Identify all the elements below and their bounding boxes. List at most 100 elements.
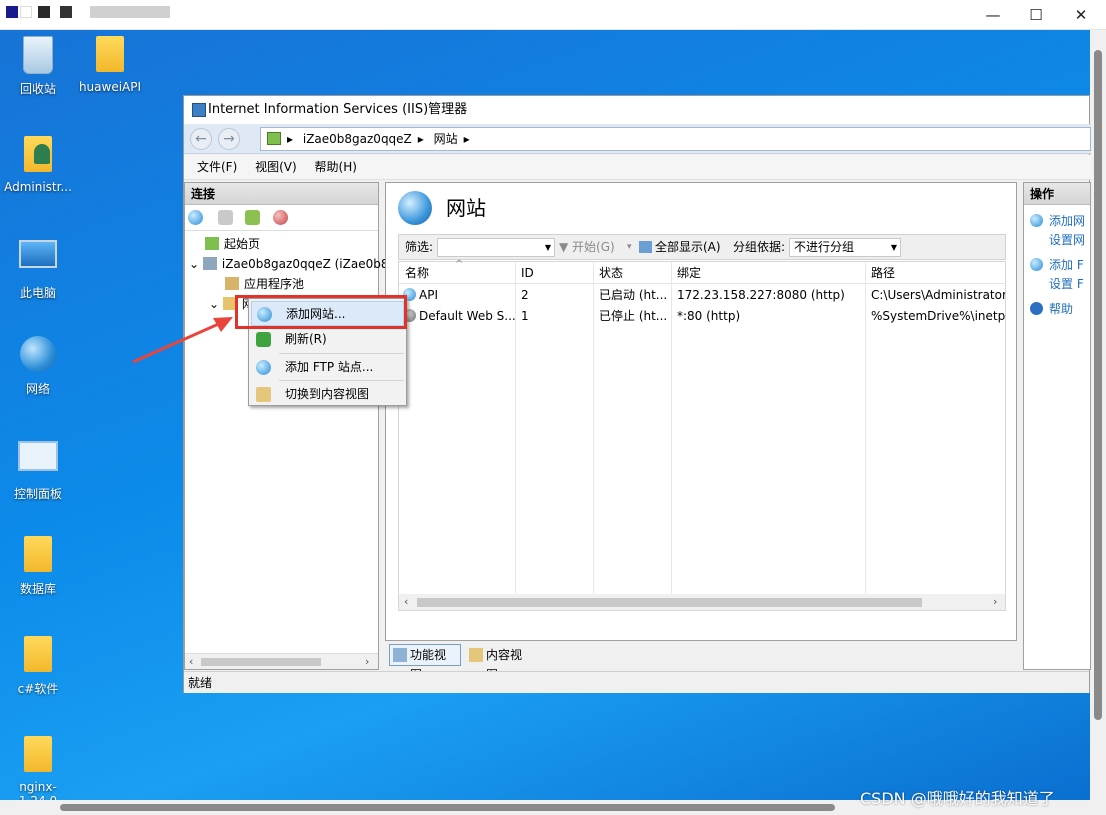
scroll-left-icon[interactable]: ‹: [404, 595, 408, 608]
connections-scrollbar[interactable]: ‹ ›: [185, 653, 378, 669]
status-bar: 就绪: [184, 671, 1089, 693]
menu-file[interactable]: 文件(F): [190, 155, 244, 180]
iis-window-title: Internet Information Services (IIS)管理器: [208, 102, 468, 117]
table-scrollbar[interactable]: ‹ ›: [399, 594, 1005, 610]
action-add-site[interactable]: 添加网: [1030, 211, 1085, 231]
scrollbar-thumb[interactable]: [417, 598, 922, 607]
content-view-icon: [256, 387, 271, 402]
scroll-right-icon[interactable]: ›: [365, 655, 369, 668]
menu-item-switch-content-view[interactable]: 切换到内容视图: [251, 382, 404, 407]
connections-toolbar: [185, 205, 378, 231]
column-header-path[interactable]: 路径: [871, 262, 895, 284]
filter-icon: ▼: [559, 240, 573, 254]
menu-separator: [279, 353, 404, 354]
tree-item-app-pools[interactable]: 应用程序池: [225, 275, 304, 293]
chevron-down-icon: ▼: [890, 243, 897, 252]
site-path-cell: C:\Users\Administrator\: [871, 288, 1005, 302]
menu-separator: [279, 380, 404, 381]
table-header: 名称 ^ ID 状态 绑定 路径: [399, 259, 1005, 284]
csdn-watermark: CSDN @哦哦好的我知道了: [860, 789, 1055, 808]
action-ftp-defaults[interactable]: 设置 F: [1049, 274, 1084, 294]
up-icon[interactable]: [245, 210, 260, 225]
network-icon: [18, 336, 58, 376]
page-title: 网站: [398, 191, 486, 225]
close-button[interactable]: ✕: [1066, 4, 1096, 26]
go-dropdown-icon[interactable]: ▾: [627, 235, 632, 259]
show-all-button[interactable]: 全部显示(A): [639, 235, 721, 259]
scrollbar-thumb[interactable]: [1094, 50, 1102, 720]
connect-icon[interactable]: [188, 210, 203, 225]
desktop-icon-label: huaweiAPI: [78, 80, 142, 94]
scrollbar-thumb[interactable]: [60, 804, 835, 811]
desktop-icon-administrator[interactable]: Administr...: [1, 136, 75, 194]
minimize-button[interactable]: —: [978, 4, 1008, 26]
desktop-icon-label: Administr...: [4, 180, 72, 194]
site-name-cell: Default Web S...: [403, 306, 515, 326]
filter-label: 筛选:: [405, 240, 434, 254]
sites-table: 名称 ^ ID 状态 绑定 路径 API 2 已启动 (ht... 172.23…: [398, 259, 1006, 611]
tab-features-view[interactable]: 功能视图: [389, 644, 461, 682]
refresh-icon: [256, 332, 271, 347]
menu-help[interactable]: 帮助(H): [308, 155, 364, 180]
desktop-icon-network[interactable]: 网络: [1, 336, 75, 397]
collapse-icon[interactable]: ⌄: [209, 297, 223, 311]
scroll-right-icon[interactable]: ›: [993, 595, 997, 608]
desktop-icon-csharp[interactable]: c#软件: [1, 636, 75, 697]
desktop-icon-recycle-bin[interactable]: 回收站: [1, 36, 75, 97]
desktop-icon-label: 数据库: [19, 582, 56, 596]
group-by-label: 分组依据:: [733, 240, 786, 254]
column-divider: [593, 262, 594, 610]
column-header-status[interactable]: 状态: [599, 262, 623, 284]
desktop-icon-nginx[interactable]: nginx-1.24.0: [1, 736, 75, 808]
breadcrumb[interactable]: ▸ iZae0b8gaz0qqeZ ▸ 网站 ▸: [260, 127, 1091, 151]
menu-item-refresh[interactable]: 刷新(R): [251, 327, 404, 352]
group-by-select[interactable]: 不进行分组 ▼: [789, 238, 901, 257]
chevron-down-icon: ▼: [544, 243, 551, 252]
connections-tree: 起始页 ⌄ iZae0b8gaz0qqeZ (iZae0b8 应用程序池 ⌄ 网…: [185, 231, 388, 631]
features-view-icon: [393, 648, 407, 662]
disconnect-icon[interactable]: [273, 210, 288, 225]
add-site-icon: [1030, 214, 1043, 227]
action-site-defaults[interactable]: 设置网: [1049, 230, 1085, 250]
vertical-scrollbar[interactable]: [1090, 30, 1106, 800]
action-help[interactable]: 帮助: [1030, 299, 1073, 319]
save-icon[interactable]: [218, 210, 233, 225]
breadcrumb-server[interactable]: iZae0b8gaz0qqeZ: [303, 132, 412, 146]
go-button[interactable]: ▼ 开始(G): [559, 235, 615, 259]
control-panel-icon: [18, 441, 58, 481]
show-all-icon: [639, 241, 652, 253]
column-divider: [671, 262, 672, 610]
filter-bar: 筛选: ▼ ▼ 开始(G) ▾ 全部显示(A) 分组依据: 不进行分组 ▼: [398, 234, 1006, 260]
site-binding-cell: *:80 (http): [677, 309, 741, 323]
desktop-icon-huaweiapi[interactable]: huaweiAPI: [73, 36, 147, 94]
breadcrumb-sites[interactable]: 网站: [434, 132, 458, 146]
desktop-icon-this-pc[interactable]: 此电脑: [1, 236, 75, 301]
desktop-icon-database[interactable]: 数据库: [1, 536, 75, 597]
menu-view[interactable]: 视图(V): [248, 155, 304, 180]
tab-content-view[interactable]: 内容视图: [465, 644, 537, 682]
back-button[interactable]: ←: [190, 128, 212, 150]
scroll-left-icon[interactable]: ‹: [189, 655, 193, 668]
column-header-name[interactable]: 名称: [405, 262, 429, 284]
tree-item-server[interactable]: ⌄ iZae0b8gaz0qqeZ (iZae0b8: [189, 255, 388, 273]
scrollbar-thumb[interactable]: [201, 658, 321, 666]
iis-app-icon: [192, 103, 206, 117]
column-header-id[interactable]: ID: [521, 262, 534, 284]
action-add-ftp[interactable]: 添加 F: [1030, 255, 1084, 275]
folder-icon: [18, 636, 58, 676]
connections-header: 连接: [185, 183, 378, 205]
column-header-binding[interactable]: 绑定: [677, 262, 701, 284]
help-icon: [1030, 302, 1043, 315]
desktop-icon-control-panel[interactable]: 控制面板: [1, 436, 75, 502]
actions-header: 操作: [1024, 183, 1090, 205]
forward-button[interactable]: →: [218, 128, 240, 150]
collapse-icon[interactable]: ⌄: [189, 257, 203, 271]
app-pool-icon: [225, 277, 239, 290]
menu-bar: 文件(F) 视图(V) 帮助(H): [184, 155, 1091, 180]
menu-item-add-ftp[interactable]: 添加 FTP 站点...: [251, 355, 404, 380]
site-id-cell: 1: [521, 309, 529, 323]
desktop-icon-label: 此电脑: [19, 286, 56, 300]
maximize-button[interactable]: ☐: [1021, 4, 1051, 26]
tree-item-start[interactable]: 起始页: [205, 235, 260, 253]
sort-up-icon: ^: [455, 259, 464, 270]
